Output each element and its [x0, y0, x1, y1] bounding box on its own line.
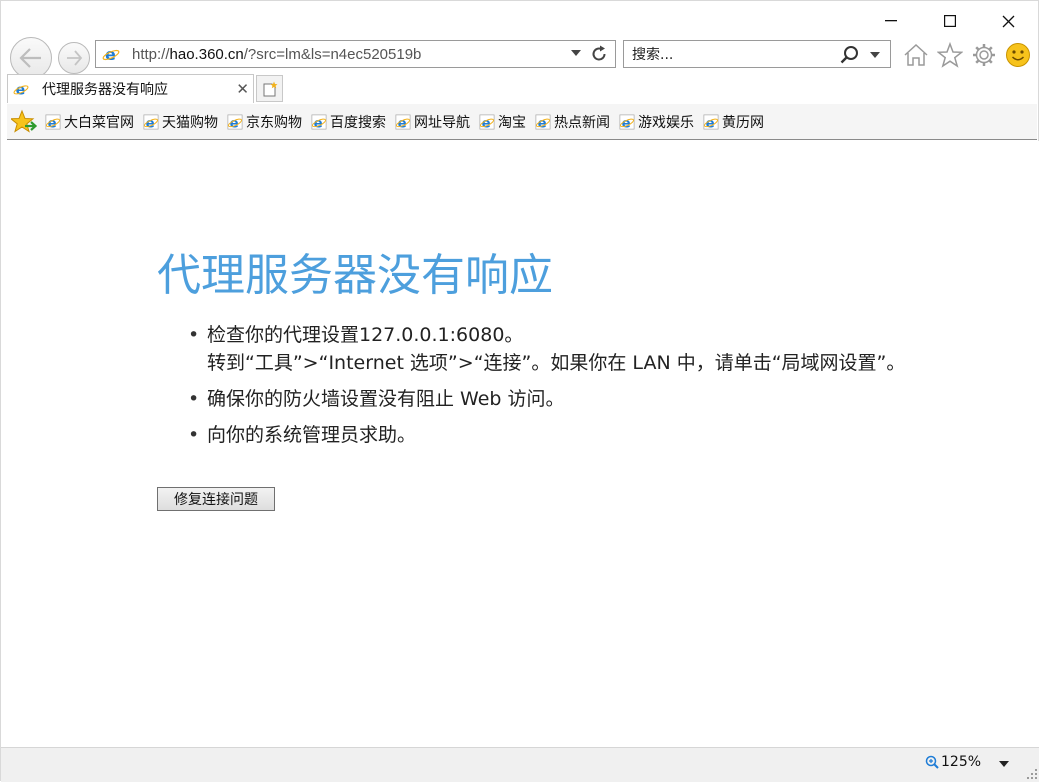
- favorite-label: 百度搜索: [330, 114, 386, 131]
- minimize-icon: [884, 20, 897, 22]
- suggestion-item: 检查你的代理设置127.0.0.1:6080。 转到“工具”>“Internet…: [188, 321, 906, 377]
- close-icon: [1002, 15, 1015, 27]
- url-prefix: http://: [132, 45, 170, 63]
- navigation-bar: e http://hao.360.cn/?src=lm&ls=n4ec52051…: [1, 37, 1038, 79]
- zoom-control[interactable]: 125%: [925, 754, 981, 770]
- svg-text:e: e: [482, 116, 491, 130]
- suggestion-detail: 转到“工具”>“Internet 选项”>“连接”。如果你在 LAN 中，请单击…: [207, 352, 906, 374]
- zoom-level: 125%: [941, 754, 982, 770]
- refresh-icon[interactable]: [589, 44, 609, 64]
- error-suggestions: 检查你的代理设置127.0.0.1:6080。 转到“工具”>“Internet…: [188, 321, 906, 457]
- tools-button[interactable]: [970, 41, 998, 69]
- url-host: hao.360.cn: [169, 45, 244, 63]
- favorite-label: 网址导航: [414, 114, 470, 131]
- favorite-item[interactable]: e 百度搜索: [311, 112, 386, 132]
- svg-text:e: e: [538, 116, 547, 130]
- home-button[interactable]: [902, 41, 930, 69]
- search-input[interactable]: 搜索...: [632, 44, 673, 64]
- zoom-dropdown-icon[interactable]: [999, 761, 1009, 767]
- home-icon: [904, 43, 928, 66]
- svg-text:e: e: [398, 116, 407, 130]
- maximize-button[interactable]: [920, 1, 979, 41]
- minimize-button[interactable]: [861, 1, 920, 41]
- svg-text:e: e: [16, 82, 26, 97]
- svg-text:e: e: [48, 116, 57, 130]
- back-arrow-icon: [19, 48, 41, 68]
- zoom-icon: [925, 755, 939, 769]
- ie-page-icon: e: [227, 114, 243, 130]
- search-icon[interactable]: [840, 45, 860, 65]
- ie-page-icon: e: [102, 45, 120, 63]
- feedback-button[interactable]: [1004, 41, 1032, 69]
- tab-close-button[interactable]: ✕: [236, 80, 249, 98]
- favorite-item[interactable]: e 京东购物: [227, 112, 302, 132]
- suggestion-item: 向你的系统管理员求助。: [188, 421, 905, 449]
- svg-text:e: e: [706, 116, 715, 130]
- window-controls: [861, 1, 1038, 41]
- favorite-label: 黄历网: [722, 114, 764, 131]
- address-bar[interactable]: e http://hao.360.cn/?src=lm&ls=n4ec52051…: [95, 40, 616, 68]
- svg-text:e: e: [314, 116, 323, 130]
- tab-active[interactable]: e 代理服务器没有响应 ✕: [7, 74, 254, 103]
- resize-grip-icon[interactable]: [1026, 768, 1038, 780]
- svg-text:e: e: [146, 116, 155, 130]
- ie-page-icon: e: [703, 114, 719, 130]
- forward-button[interactable]: [58, 42, 90, 74]
- suggestion-text: 检查你的代理设置127.0.0.1:6080。: [207, 324, 524, 346]
- favorites-button[interactable]: [936, 41, 964, 69]
- ie-page-icon: e: [479, 114, 495, 130]
- svg-text:e: e: [230, 116, 239, 130]
- ie-page-icon: e: [395, 114, 411, 130]
- forward-arrow-icon: [67, 50, 83, 66]
- ie-page-icon: e: [311, 114, 327, 130]
- add-favorite-icon[interactable]: [11, 109, 37, 135]
- favorite-item[interactable]: e 天猫购物: [143, 112, 218, 132]
- suggestion-text: 向你的系统管理员求助。: [207, 424, 417, 446]
- fix-connection-button[interactable]: 修复连接问题: [157, 487, 275, 511]
- suggestion-item: 确保你的防火墙设置没有阻止 Web 访问。: [188, 385, 905, 413]
- browser-window: e http://hao.360.cn/?src=lm&ls=n4ec52051…: [0, 0, 1039, 782]
- status-bar: 125%: [1, 747, 1039, 782]
- ie-page-icon: e: [619, 114, 635, 130]
- favorite-item[interactable]: e 游戏娱乐: [619, 112, 694, 132]
- favorite-item[interactable]: e 热点新闻: [535, 112, 610, 132]
- smiley-icon: [1006, 43, 1030, 67]
- close-window-button[interactable]: [979, 1, 1038, 41]
- ie-page-icon: e: [143, 114, 159, 130]
- favorite-label: 热点新闻: [554, 114, 610, 131]
- search-dropdown-icon[interactable]: [870, 52, 880, 58]
- svg-text:e: e: [622, 116, 631, 130]
- favorite-item[interactable]: e 网址导航: [395, 112, 470, 132]
- page-content: 代理服务器没有响应 检查你的代理设置127.0.0.1:6080。 转到“工具”…: [1, 141, 1039, 747]
- ie-tab-icon: e: [13, 82, 29, 97]
- favorite-label: 天猫购物: [162, 114, 218, 131]
- favorite-item[interactable]: e 大白菜官网: [45, 112, 134, 132]
- ie-page-icon: e: [535, 114, 551, 130]
- maximize-icon: [943, 15, 956, 27]
- suggestion-text: 确保你的防火墙设置没有阻止 Web 访问。: [207, 388, 565, 410]
- gear-icon: [973, 44, 995, 66]
- back-button[interactable]: [10, 37, 52, 79]
- address-url[interactable]: http://hao.360.cn/?src=lm&ls=n4ec520519b: [132, 46, 421, 63]
- ie-page-icon: e: [45, 114, 61, 130]
- star-icon: [937, 42, 963, 68]
- favorite-label: 淘宝: [498, 114, 526, 131]
- error-title: 代理服务器没有响应: [157, 250, 553, 301]
- tab-strip: e 代理服务器没有响应 ✕: [1, 74, 1038, 104]
- new-tab-icon: [263, 81, 277, 96]
- favorite-item[interactable]: e 黄历网: [703, 112, 764, 132]
- new-tab-button[interactable]: [256, 75, 283, 102]
- tab-title: 代理服务器没有响应: [42, 82, 168, 98]
- favorites-bar: e 大白菜官网 e 天猫购物 e 京东购物 e 百度搜索 e 网址导航 e 淘宝…: [7, 104, 1037, 140]
- search-box[interactable]: 搜索...: [623, 40, 891, 68]
- favorite-label: 京东购物: [246, 114, 302, 131]
- toolbar-icons: [902, 39, 1032, 71]
- favorite-item[interactable]: e 淘宝: [479, 112, 526, 132]
- favorite-label: 大白菜官网: [64, 114, 134, 131]
- favorite-label: 游戏娱乐: [638, 114, 694, 131]
- address-dropdown-icon[interactable]: [571, 50, 581, 56]
- url-path: /?src=lm&ls=n4ec520519b: [243, 45, 422, 63]
